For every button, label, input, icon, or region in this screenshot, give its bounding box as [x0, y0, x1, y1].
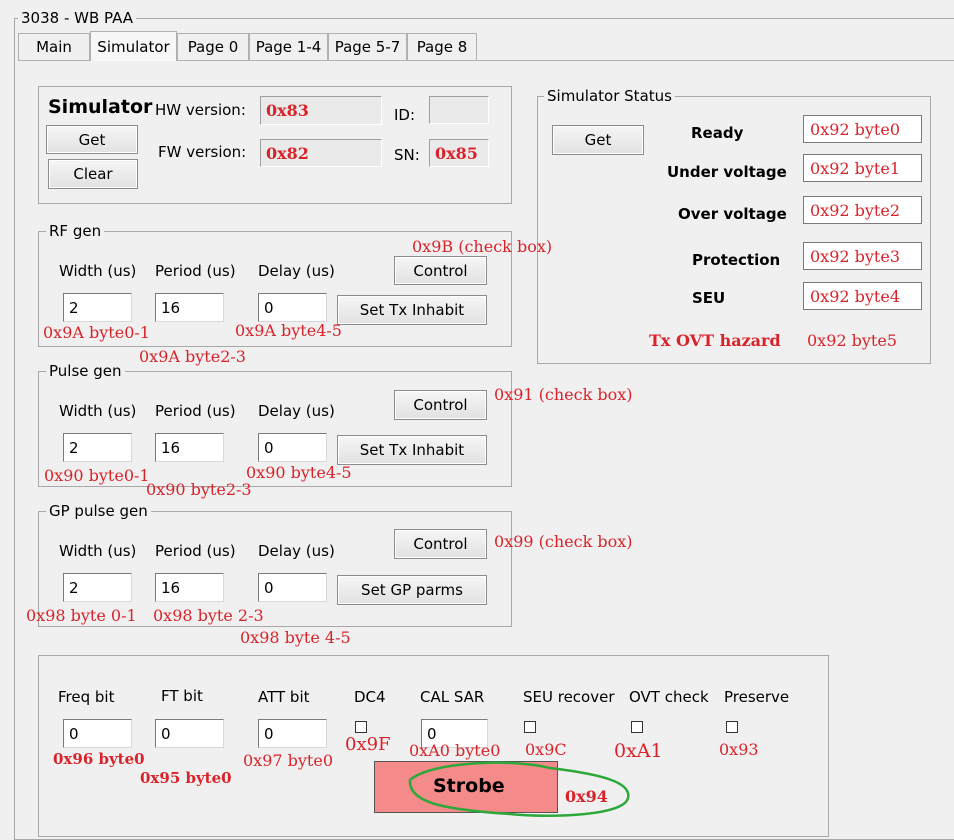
simulator-clear-button[interactable]: Clear [48, 159, 138, 189]
cal-sar-label: CAL SAR [420, 688, 485, 706]
gp-set-parms-button[interactable]: Set GP parms [337, 575, 487, 605]
ft-bit-label: FT bit [161, 687, 203, 705]
rf-delay-label: Delay (us) [258, 262, 335, 280]
pulse-width-input[interactable]: 2 [63, 433, 132, 462]
rf-period-label: Period (us) [155, 262, 236, 280]
seu-recover-checkbox[interactable] [524, 721, 536, 733]
freq-bit-label: Freq bit [58, 688, 115, 706]
freq-bit-annotation: 0x96 byte0 [53, 750, 145, 768]
pulse-width-label: Width (us) [59, 402, 137, 420]
pulse-set-tx-inhabit-button[interactable]: Set Tx Inhabit [337, 435, 487, 465]
window-title: 3038 - WB PAA [18, 9, 137, 27]
pulse-period-input[interactable]: 16 [155, 433, 224, 462]
rf-width-input[interactable]: 2 [63, 293, 132, 322]
ovt-check-checkbox[interactable] [631, 721, 643, 733]
gp-control-annotation: 0x99 (check box) [494, 532, 633, 551]
id-field [429, 96, 489, 124]
gp-delay-label: Delay (us) [258, 542, 335, 560]
gp-period-label: Period (us) [155, 542, 236, 560]
strobe-annotation: 0x94 [565, 787, 608, 806]
rf-period-annotation: 0x9A byte2-3 [139, 347, 246, 366]
simulator-title: Simulator [48, 96, 153, 118]
status-under-voltage-field: 0x92 byte1 [803, 154, 922, 182]
id-label: ID: [394, 106, 416, 124]
rf-width-annotation: 0x9A byte0-1 [43, 323, 150, 342]
cal-sar-annotation: 0xA0 byte0 [409, 741, 501, 760]
pulse-period-annotation: 0x90 byte2-3 [146, 480, 252, 499]
pulse-delay-label: Delay (us) [258, 402, 335, 420]
status-seu-field: 0x92 byte4 [803, 282, 922, 310]
freq-bit-input[interactable]: 0 [63, 719, 132, 748]
rf-gen-title: RF gen [46, 222, 105, 240]
ft-bit-input[interactable]: 0 [155, 719, 224, 748]
dc4-label: DC4 [354, 688, 386, 706]
gp-width-annotation: 0x98 byte 0-1 [26, 606, 137, 625]
tx-ovt-hazard-label: Tx OVT hazard [649, 331, 781, 350]
pulse-width-annotation: 0x90 byte0-1 [44, 466, 150, 485]
tab-page-5-7[interactable]: Page 5-7 [328, 33, 407, 60]
att-bit-input[interactable]: 0 [258, 719, 327, 748]
ft-bit-annotation: 0x95 byte0 [140, 769, 232, 787]
pulse-control-annotation: 0x91 (check box) [494, 385, 633, 404]
preserve-label: Preserve [724, 688, 790, 706]
pulse-delay-annotation: 0x90 byte4-5 [246, 463, 352, 482]
status-ready-field: 0x92 byte0 [803, 115, 922, 143]
status-protection-label: Protection [692, 251, 781, 269]
gp-period-input[interactable]: 16 [155, 573, 224, 602]
tab-page-8[interactable]: Page 8 [407, 33, 477, 60]
gp-width-label: Width (us) [59, 542, 137, 560]
sn-field: 0x85 [429, 139, 489, 167]
rf-period-input[interactable]: 16 [155, 293, 224, 322]
preserve-checkbox[interactable] [726, 721, 738, 733]
ovt-check-label: OVT check [629, 688, 709, 706]
tab-page-1-4[interactable]: Page 1-4 [249, 33, 328, 60]
status-under-voltage-label: Under voltage [667, 163, 787, 181]
gp-delay-annotation: 0x98 byte 4-5 [240, 628, 351, 647]
att-bit-label: ATT bit [258, 688, 310, 706]
pulse-control-button[interactable]: Control [394, 390, 487, 420]
status-seu-label: SEU [692, 289, 726, 307]
rf-set-tx-inhabit-button[interactable]: Set Tx Inhabit [337, 295, 487, 325]
gp-pulse-gen-title: GP pulse gen [46, 502, 151, 520]
pulse-period-label: Period (us) [155, 402, 236, 420]
fw-version-label: FW version: [158, 143, 247, 161]
rf-delay-annotation: 0x9A byte4-5 [235, 321, 342, 340]
hw-version-field: 0x83 [260, 96, 382, 125]
dc4-annotation: 0x9F [345, 734, 391, 755]
preserve-annotation: 0x93 [719, 740, 759, 759]
status-ready-label: Ready [691, 124, 744, 142]
gp-period-annotation: 0x98 byte 2-3 [153, 606, 264, 625]
sn-label: SN: [394, 146, 420, 164]
rf-control-button[interactable]: Control [394, 256, 487, 285]
status-get-button[interactable]: Get [552, 125, 644, 155]
att-bit-annotation: 0x97 byte0 [243, 751, 334, 770]
status-protection-field: 0x92 byte3 [803, 242, 922, 270]
hw-version-label: HW version: [155, 101, 246, 119]
rf-control-annotation: 0x9B (check box) [412, 237, 553, 256]
rf-width-label: Width (us) [59, 262, 137, 280]
seu-recover-label: SEU recover [523, 688, 615, 706]
seu-recover-annotation: 0x9C [525, 740, 567, 759]
gp-width-input[interactable]: 2 [63, 573, 132, 602]
gp-control-button[interactable]: Control [394, 529, 487, 559]
simulator-status-title: Simulator Status [544, 87, 675, 105]
tab-simulator[interactable]: Simulator [90, 31, 177, 61]
tx-ovt-hazard-value: 0x92 byte5 [807, 331, 898, 350]
ovt-check-annotation: 0xA1 [614, 740, 663, 762]
pulse-gen-title: Pulse gen [46, 362, 125, 380]
status-over-voltage-field: 0x92 byte2 [803, 196, 922, 224]
tab-main[interactable]: Main [18, 33, 90, 60]
fw-version-field: 0x82 [260, 139, 382, 167]
status-over-voltage-label: Over voltage [678, 205, 787, 223]
gp-delay-input[interactable]: 0 [258, 573, 327, 602]
dc4-checkbox[interactable] [355, 721, 367, 733]
simulator-get-button[interactable]: Get [46, 125, 138, 154]
tab-page-0[interactable]: Page 0 [177, 33, 249, 60]
rf-delay-input[interactable]: 0 [258, 293, 327, 322]
pulse-delay-input[interactable]: 0 [258, 433, 327, 462]
